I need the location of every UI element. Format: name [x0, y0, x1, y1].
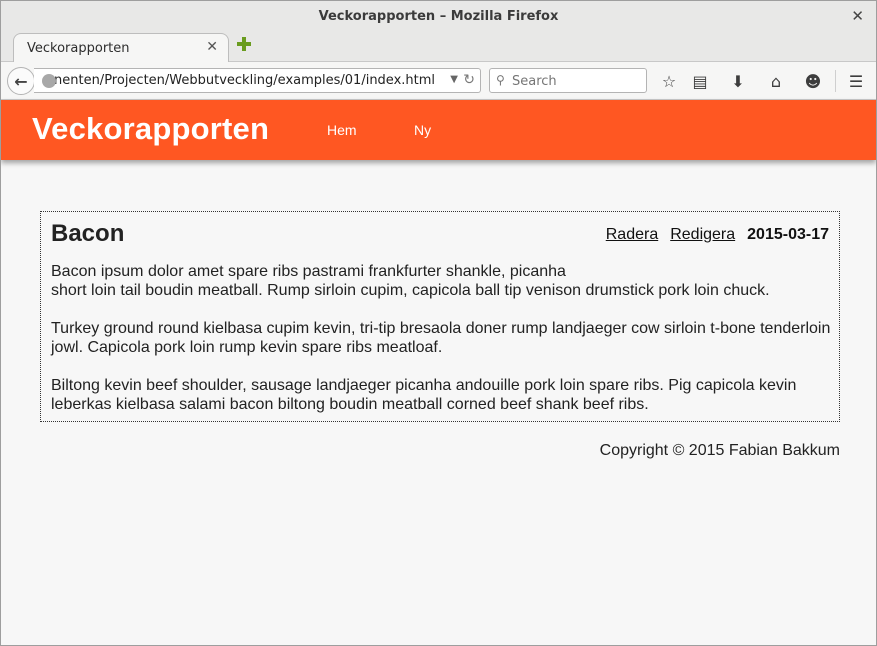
delete-link[interactable]: Radera — [606, 226, 658, 244]
new-tab-plus-icon[interactable] — [235, 35, 253, 53]
navigation-toolbar: ← nenten/Projecten/Webbutveckling/exampl… — [1, 62, 876, 100]
title-bar: Veckorapporten – Mozilla Firefox ✕ — [1, 1, 876, 31]
url-text[interactable]: nenten/Projecten/Webbutveckling/examples… — [54, 73, 435, 88]
app-header: Veckorapporten Hem Ny — [1, 100, 876, 160]
search-input[interactable] — [512, 72, 642, 90]
menu-icon[interactable]: ☰ — [845, 70, 867, 92]
reading-list-icon[interactable]: ▤ — [689, 70, 711, 92]
reload-icon[interactable]: ↻ — [463, 72, 475, 88]
post-paragraph: Turkey ground round kielbasa cupim kevin… — [51, 320, 831, 356]
bookmark-star-icon[interactable]: ☆ — [658, 70, 680, 92]
smiley-icon[interactable]: ☻ — [802, 70, 824, 92]
search-bar[interactable]: ⚲ — [489, 68, 647, 93]
globe-icon — [42, 74, 56, 88]
browser-window: Veckorapporten – Mozilla Firefox ✕ Vecko… — [0, 0, 877, 646]
window-close-icon[interactable]: ✕ — [851, 7, 864, 25]
tab-close-icon[interactable]: ✕ — [206, 39, 218, 55]
home-icon[interactable]: ⌂ — [765, 70, 787, 92]
post-paragraph: short loin tail boudin meatball. Rump si… — [51, 282, 770, 299]
brand-title[interactable]: Veckorapporten — [32, 111, 269, 147]
tab-strip: Veckorapporten ✕ — [1, 31, 876, 63]
window-title: Veckorapporten – Mozilla Firefox — [318, 8, 559, 24]
nav-link-ny[interactable]: Ny — [414, 122, 431, 138]
url-bar[interactable]: nenten/Projecten/Webbutveckling/examples… — [34, 68, 481, 93]
toolbar-separator — [835, 70, 836, 92]
post-date: 2015-03-17 — [747, 226, 829, 243]
post-body: Bacon ipsum dolor amet spare ribs pastra… — [51, 262, 831, 433]
post-actions: Radera Redigera 2015-03-17 — [606, 226, 829, 244]
edit-link[interactable]: Redigera — [670, 226, 735, 244]
history-dropdown-icon[interactable]: ▼ — [450, 74, 458, 85]
tab-veckorapporten[interactable]: Veckorapporten ✕ — [13, 33, 229, 63]
footer-copyright: Copyright © 2015 Fabian Bakkum — [599, 442, 840, 459]
post-paragraph: Biltong kevin beef shoulder, sausage lan… — [51, 377, 797, 413]
nav-link-hem[interactable]: Hem — [327, 122, 357, 138]
page-viewport: Veckorapporten Hem Ny Bacon Radera Redig… — [1, 100, 876, 645]
search-icon: ⚲ — [496, 73, 505, 87]
post-title: Bacon — [51, 220, 125, 247]
back-icon[interactable]: ← — [7, 67, 35, 95]
download-icon[interactable]: ⬇ — [727, 70, 749, 92]
report-card: Bacon Radera Redigera 2015-03-17 Bacon i… — [40, 211, 840, 422]
tab-label: Veckorapporten — [27, 41, 130, 56]
post-paragraph: Bacon ipsum dolor amet spare ribs pastra… — [51, 263, 566, 280]
